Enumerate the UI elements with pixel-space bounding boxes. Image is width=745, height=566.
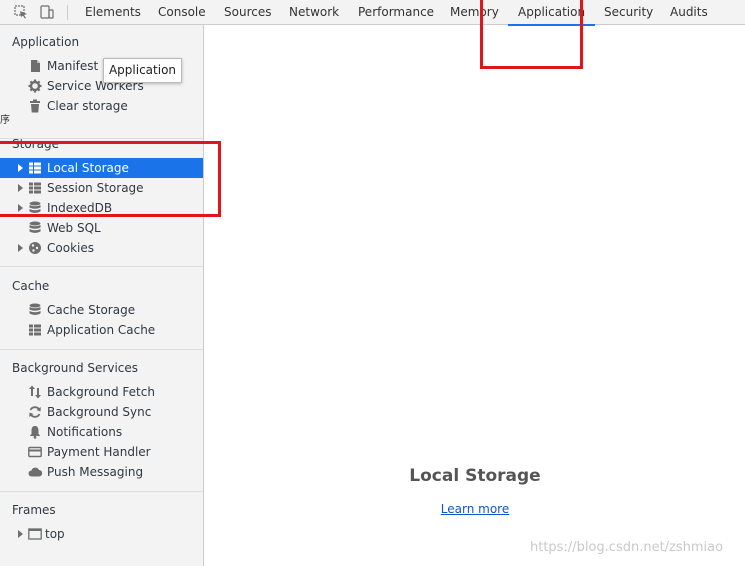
table-icon (29, 324, 41, 336)
tooltip: Application (103, 58, 182, 83)
sidebar-item-label: Push Messaging (47, 465, 144, 479)
sidebar-item-label: Web SQL (47, 221, 101, 235)
section-title-cache: Cache (12, 279, 50, 293)
section-divider (0, 266, 203, 267)
sidebar-item-clear-storage[interactable]: Clear storage (0, 96, 203, 116)
document-icon (31, 60, 40, 72)
bell-icon (30, 426, 40, 439)
sidebar-item-background-sync[interactable]: Background Sync (0, 402, 203, 422)
sidebar-item-payment-handler[interactable]: Payment Handler (0, 442, 203, 462)
empty-state-title: Local Storage (409, 466, 541, 486)
sidebar-item-cache-storage[interactable]: Cache Storage (0, 300, 203, 320)
sidebar-item-web-sql[interactable]: Web SQL (0, 218, 203, 238)
tab-sources[interactable]: Sources (214, 0, 281, 25)
sidebar-item-label: top (45, 527, 65, 541)
tab-network[interactable]: Network (279, 0, 349, 25)
database-icon (29, 221, 41, 233)
annotation-box-storage (0, 141, 221, 217)
devtools-toolbar: Elements Console Sources Network Perform… (0, 0, 745, 26)
tab-security[interactable]: Security (594, 0, 663, 25)
sidebar-item-push-messaging[interactable]: Push Messaging (0, 462, 203, 482)
trash-icon (30, 99, 40, 113)
toolbar-separator (67, 5, 68, 20)
annotation-box-application-tab (480, 0, 583, 69)
database-icon (29, 303, 41, 315)
application-sidebar: 序 Application Manifest Service Workers C… (0, 25, 204, 566)
sidebar-item-label: Payment Handler (47, 445, 151, 459)
tab-elements[interactable]: Elements (75, 0, 151, 25)
sidebar-item-label: Background Fetch (47, 385, 155, 399)
up-down-arrows-icon (29, 385, 41, 399)
sidebar-item-label: Manifest (47, 59, 99, 73)
section-title-application: Application (12, 35, 80, 49)
sync-icon (29, 406, 41, 418)
sidebar-item-label: Cookies (47, 241, 94, 255)
sidebar-item-label: Application Cache (47, 323, 156, 337)
section-title-background-services: Background Services (12, 361, 139, 375)
learn-more-link[interactable]: Learn more (205, 502, 745, 516)
sidebar-item-label: Background Sync (47, 405, 152, 419)
sidebar-item-label: Notifications (47, 425, 123, 439)
main-panel: Local Storage Learn more (205, 26, 745, 566)
expand-arrow-icon[interactable] (18, 530, 23, 538)
gear-icon (28, 79, 42, 93)
cookie-icon (29, 242, 41, 254)
device-toolbar-icon[interactable] (40, 5, 54, 19)
sidebar-item-notifications[interactable]: Notifications (0, 422, 203, 442)
sidebar-item-background-fetch[interactable]: Background Fetch (0, 382, 203, 402)
sidebar-item-cookies[interactable]: Cookies (0, 238, 203, 258)
tab-audits[interactable]: Audits (660, 0, 718, 25)
section-title-frames: Frames (12, 503, 56, 517)
tab-performance[interactable]: Performance (348, 0, 444, 25)
sidebar-item-label: Cache Storage (47, 303, 136, 317)
frame-icon (28, 528, 42, 540)
card-icon (28, 446, 42, 458)
sidebar-item-application-cache[interactable]: Application Cache (0, 320, 203, 340)
expand-arrow-icon[interactable] (18, 244, 23, 252)
cloud-icon (28, 467, 42, 477)
sidebar-item-label: Clear storage (47, 99, 128, 113)
section-divider (0, 491, 203, 492)
inspect-element-icon[interactable] (14, 5, 28, 19)
section-divider (0, 349, 203, 350)
tab-console[interactable]: Console (148, 0, 216, 25)
watermark: https://blog.csdn.net/zshmiao (530, 540, 724, 555)
sidebar-item-frame-top[interactable]: top (0, 524, 203, 544)
